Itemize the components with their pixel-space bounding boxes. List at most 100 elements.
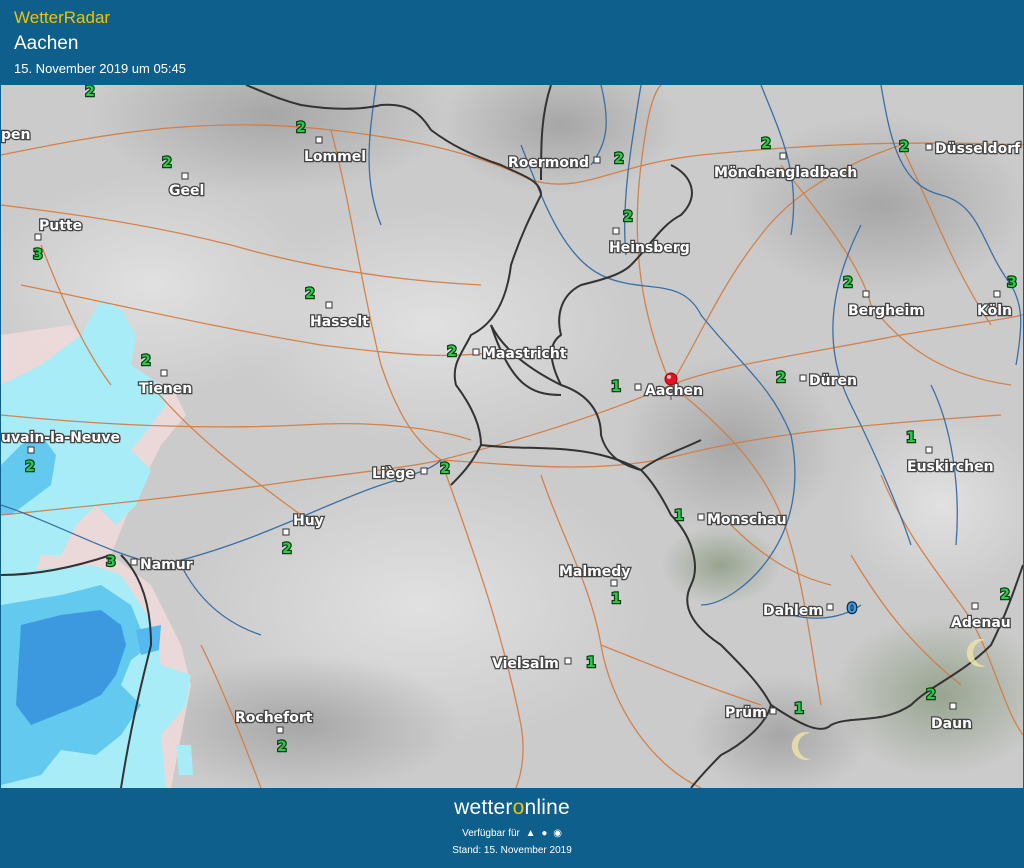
city-label[interactable]: Rochefort — [234, 709, 314, 728]
city-label[interactable]: Roermond — [507, 154, 591, 173]
precip-value-label: 2 — [1000, 587, 1010, 603]
city-dot — [181, 172, 189, 180]
city-dot — [779, 152, 787, 160]
precip-value-label: 2 — [277, 739, 287, 755]
city-dot — [282, 528, 290, 536]
city-label[interactable]: Prüm — [724, 704, 768, 723]
timestamp: 15. November 2019 um 05:45 — [14, 61, 186, 76]
precip-value-label: 2 — [843, 275, 853, 291]
precip-value-label: 2 — [899, 139, 909, 155]
city-label[interactable]: Tienen — [138, 380, 194, 399]
radar-map[interactable]: Lommel Roermond Mönchengladbach Düsseldorf G… — [1, 85, 1023, 788]
precip-value-label: 2 — [162, 155, 172, 171]
location-title: Aachen — [14, 33, 79, 54]
city-dot — [993, 290, 1001, 298]
city-label[interactable]: Huy — [292, 512, 325, 531]
precip-value-label: 2 — [623, 209, 633, 225]
precip-value-label: 2 — [440, 461, 450, 477]
precip-value-label: 3 — [33, 247, 43, 263]
city-label[interactable]: Adenau — [950, 614, 1012, 633]
city-label[interactable]: Liège — [371, 465, 416, 484]
precip-value-label: 2 — [761, 136, 771, 152]
brand-text-suffix: nline — [524, 796, 570, 819]
precip-value-label: 1 — [611, 379, 621, 395]
web-icon[interactable]: ◉ — [553, 828, 562, 839]
apple-icon[interactable]: ● — [541, 828, 547, 839]
precip-value-label: 0 — [847, 601, 857, 617]
city-label[interactable]: Düsseldorf — [934, 140, 1023, 159]
city-label[interactable]: Malmedy — [558, 563, 632, 582]
city-dot — [564, 657, 572, 665]
city-dot — [634, 383, 642, 391]
precip-value-label: 1 — [611, 591, 621, 607]
city-label[interactable]: Hasselt — [309, 313, 371, 332]
city-dot — [769, 707, 777, 715]
city-label[interactable]: Mönchengladbach — [713, 164, 859, 183]
app-frame: WetterRadar Aachen 15. November 2019 um … — [0, 0, 1024, 868]
precip-value-label: 1 — [586, 655, 596, 671]
city-dot — [612, 227, 620, 235]
precip-value-label: 2 — [296, 120, 306, 136]
city-dot — [34, 233, 42, 241]
precip-value-label: 2 — [614, 151, 624, 167]
city-label[interactable]: Putte — [38, 217, 84, 236]
android-icon[interactable]: ▲ — [526, 828, 536, 839]
city-dot — [130, 558, 138, 566]
header: WetterRadar Aachen 15. November 2019 um … — [0, 0, 1024, 85]
city-dot — [971, 602, 979, 610]
brand-o: o — [512, 796, 525, 819]
city-label[interactable]: Aachen — [644, 382, 705, 401]
map-canvas[interactable]: Lommel Roermond Mönchengladbach Düsseldorf G… — [1, 85, 1023, 788]
footer: wetteronline Verfügbar für ▲ ● ◉ Stand: … — [0, 788, 1024, 868]
availability-line: Verfügbar für ▲ ● ◉ — [0, 828, 1024, 839]
city-dot — [420, 467, 428, 475]
city-dot — [472, 348, 480, 356]
city-dot — [697, 513, 705, 521]
brand-text: wetter — [454, 796, 513, 819]
precip-value-label: 2 — [25, 459, 35, 475]
precip-value-label: 3 — [106, 554, 116, 570]
city-dot — [862, 290, 870, 298]
city-label[interactable]: uvain-la-Neuve — [1, 429, 121, 448]
city-dot — [826, 603, 834, 611]
precip-value-label: 1 — [674, 508, 684, 524]
precip-value-label: 2 — [85, 85, 95, 100]
city-dot — [315, 136, 323, 144]
city-dot — [799, 374, 807, 382]
city-dot — [27, 446, 35, 454]
precip-value-label: 1 — [906, 430, 916, 446]
city-label[interactable]: Geel — [168, 182, 206, 201]
city-dot — [949, 702, 957, 710]
precip-value-label: 2 — [305, 286, 315, 302]
city-dot — [325, 301, 333, 309]
city-dot — [610, 579, 618, 587]
precip-value-label: 2 — [141, 353, 151, 369]
precip-value-label: 2 — [776, 370, 786, 386]
city-dot — [160, 369, 168, 377]
precip-value-label: 3 — [1007, 275, 1017, 291]
stand-date: Stand: 15. November 2019 — [452, 845, 572, 856]
precip-value-label: 2 — [282, 541, 292, 557]
city-label[interactable]: Daun — [930, 715, 974, 734]
city-label[interactable]: Dahlem — [762, 602, 825, 621]
city-label[interactable]: Heinsberg — [608, 239, 691, 258]
city-dot — [925, 446, 933, 454]
availability-label: Verfügbar für — [462, 828, 520, 839]
city-label[interactable]: Lommel — [303, 148, 368, 167]
city-dot — [593, 156, 601, 164]
city-label[interactable]: Düren — [808, 372, 859, 391]
city-label[interactable]: Köln — [976, 302, 1014, 321]
city-dot — [276, 726, 284, 734]
precip-value-label: 2 — [447, 344, 457, 360]
city-label[interactable]: Namur — [139, 556, 194, 575]
city-label[interactable]: pen — [1, 126, 32, 145]
city-label[interactable]: Maastricht — [481, 345, 568, 364]
city-label[interactable]: Monschau — [706, 511, 788, 530]
city-label[interactable]: Vielsalm — [491, 655, 560, 674]
city-dot — [925, 143, 933, 151]
app-title: WetterRadar — [14, 8, 111, 27]
precip-value-label: 2 — [926, 687, 936, 703]
city-label[interactable]: Bergheim — [847, 302, 926, 321]
city-label[interactable]: Euskirchen — [906, 458, 995, 477]
brand-logo[interactable]: wetteronline — [0, 796, 1024, 820]
